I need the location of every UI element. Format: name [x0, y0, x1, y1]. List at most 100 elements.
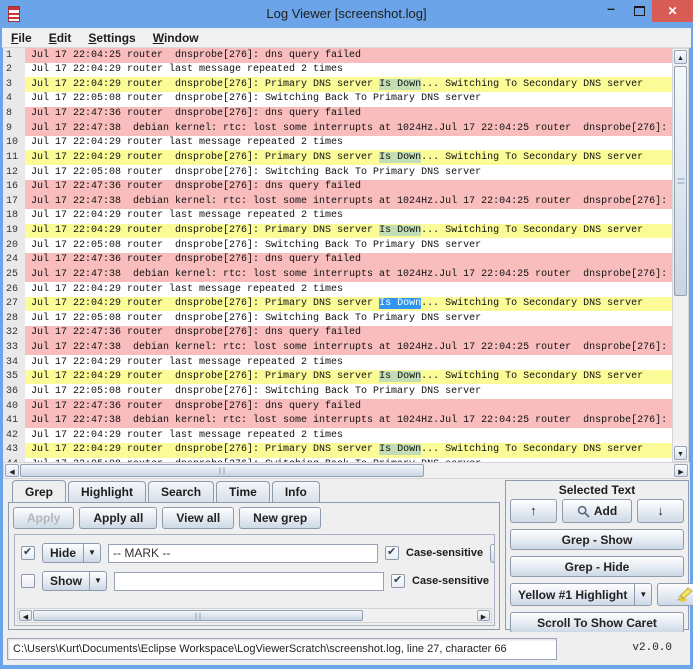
- apply-all-button[interactable]: Apply all: [79, 507, 157, 529]
- log-line[interactable]: 42 Jul 17 22:04:29 router last message re…: [3, 428, 672, 443]
- vertical-scroll-thumb[interactable]: [674, 66, 687, 296]
- minimize-button[interactable]: –: [601, 0, 621, 22]
- log-line[interactable]: 35Jul 17 22:04:29 router dnsprobe[276]: …: [3, 370, 672, 385]
- log-line[interactable]: 27Jul 17 22:04:29 router dnsprobe[276]: …: [3, 297, 672, 312]
- close-button[interactable]: ✕: [652, 0, 693, 22]
- apply-highlight-button[interactable]: [657, 583, 693, 606]
- log-lines[interactable]: 1Jul 17 22:04:25 router dnsprobe[276]: d…: [3, 48, 672, 462]
- grep-mode-dropdown[interactable]: Hide ▼: [42, 543, 101, 563]
- log-line-text: Jul 17 22:04:29 router dnsprobe[276]: Pr…: [25, 297, 672, 312]
- line-number: 42: [3, 428, 25, 443]
- log-line[interactable]: 43Jul 17 22:04:29 router dnsprobe[276]: …: [3, 443, 672, 458]
- log-text-segment: Jul 17 22:47:36 router dnsprobe[276]: dn…: [31, 181, 361, 192]
- log-text-segment: Jul 17 22:05:08 router dnsprobe[276]: Sw…: [31, 386, 481, 397]
- line-number: 43: [3, 443, 25, 458]
- log-line[interactable]: 26Jul 17 22:04:29 router last message re…: [3, 282, 672, 297]
- log-line-text: Jul 17 22:47:36 router dnsprobe[276]: dn…: [25, 253, 672, 268]
- log-text-segment: Jul 17 22:47:38 debian kernel: rtc: lost…: [31, 269, 667, 280]
- log-line[interactable]: 1Jul 17 22:04:25 router dnsprobe[276]: d…: [3, 48, 672, 63]
- log-line[interactable]: 33Jul 17 22:47:38 debian kernel: rtc: lo…: [3, 341, 672, 356]
- log-line[interactable]: 16Jul 17 22:47:36 router dnsprobe[276]: …: [3, 180, 672, 195]
- scroll-down-arrow-icon[interactable]: ▼: [674, 446, 687, 460]
- scroll-left-arrow-icon[interactable]: ◀: [5, 464, 19, 477]
- log-line[interactable]: 4Jul 17 22:05:08 router dnsprobe[276]: S…: [3, 92, 672, 107]
- view-all-button[interactable]: View all: [162, 507, 234, 529]
- scroll-right-arrow-icon[interactable]: ▶: [674, 464, 688, 477]
- scroll-right-arrow-icon[interactable]: ▶: [477, 610, 490, 621]
- find-previous-button[interactable]: ↑: [510, 499, 557, 523]
- line-number: 3: [3, 77, 25, 92]
- log-line[interactable]: 40Jul 17 22:47:36 router dnsprobe[276]: …: [3, 399, 672, 414]
- log-line-text: Jul 17 22:05:08 router dnsprobe[276]: Sw…: [25, 311, 672, 326]
- grep-pattern-input[interactable]: [114, 572, 384, 591]
- log-line[interactable]: 34Jul 17 22:04:29 router last message re…: [3, 355, 672, 370]
- case-sensitive-checkbox[interactable]: [385, 546, 399, 560]
- menu-settings[interactable]: Settings: [88, 31, 135, 45]
- log-line[interactable]: 12Jul 17 22:05:08 router dnsprobe[276]: …: [3, 165, 672, 180]
- tab-search[interactable]: Search: [148, 481, 214, 502]
- menu-file[interactable]: File: [11, 31, 32, 45]
- grep-extra-button[interactable]: | (: [490, 544, 495, 563]
- menu-window[interactable]: Window: [153, 31, 199, 45]
- log-line-text: Jul 17 22:04:29 router last message repe…: [25, 282, 672, 297]
- log-line[interactable]: 25Jul 17 22:47:38 debian kernel: rtc: lo…: [3, 267, 672, 282]
- log-line[interactable]: 32Jul 17 22:47:36 router dnsprobe[276]: …: [3, 326, 672, 341]
- grep-enabled-checkbox[interactable]: [21, 574, 35, 588]
- log-text-segment: Jul 17 22:05:08 router dnsprobe[276]: Sw…: [31, 167, 481, 178]
- log-line[interactable]: 10Jul 17 22:04:29 router last message re…: [3, 136, 672, 151]
- log-vertical-scrollbar: ▲ ▼: [672, 48, 689, 462]
- search-match-highlight: Is Down: [379, 225, 421, 236]
- log-line[interactable]: 17Jul 17 22:47:38 debian kernel: rtc: lo…: [3, 194, 672, 209]
- highlight-color-dropdown[interactable]: Yellow #1 Highlight ▼: [510, 583, 652, 606]
- add-selected-button[interactable]: Add: [562, 499, 632, 523]
- log-line[interactable]: 3 Jul 17 22:04:29 router dnsprobe[276]: P…: [3, 77, 672, 92]
- log-line-text: Jul 17 22:04:29 router last message repe…: [25, 209, 672, 224]
- log-line[interactable]: 28Jul 17 22:05:08 router dnsprobe[276]: …: [3, 311, 672, 326]
- line-number: 41: [3, 414, 25, 429]
- log-line[interactable]: 41Jul 17 22:47:38 debian kernel: rtc: lo…: [3, 414, 672, 429]
- maximize-button[interactable]: [629, 0, 649, 22]
- selected-text-panel: Selected Text ↑ Add ↓ Grep - Show Grep -…: [505, 480, 689, 630]
- scroll-left-arrow-icon[interactable]: ◀: [19, 610, 32, 621]
- grep-mode-dropdown[interactable]: Show ▼: [42, 571, 107, 591]
- tab-time[interactable]: Time: [216, 481, 270, 502]
- log-line[interactable]: 19Jul 17 22:04:29 router dnsprobe[276]: …: [3, 224, 672, 239]
- new-grep-button[interactable]: New grep: [239, 507, 321, 529]
- find-next-button[interactable]: ↓: [637, 499, 684, 523]
- log-line[interactable]: 20Jul 17 22:05:08 router dnsprobe[276]: …: [3, 238, 672, 253]
- apply-button[interactable]: Apply: [13, 507, 74, 529]
- log-text-segment: Jul 17 22:04:29 router dnsprobe[276]: Pr…: [31, 79, 379, 90]
- log-text-segment: ... Switching To Secondary DNS server: [421, 444, 643, 455]
- horizontal-scroll-thumb[interactable]: [33, 610, 363, 621]
- tab-info[interactable]: Info: [272, 481, 320, 502]
- titlebar[interactable]: Log Viewer [screenshot.log] – ✕: [0, 0, 693, 28]
- log-line[interactable]: 24Jul 17 22:47:36 router dnsprobe[276]: …: [3, 253, 672, 268]
- tab-grep[interactable]: Grep: [12, 480, 66, 502]
- log-line-text: Jul 17 22:04:29 router last message repe…: [25, 355, 672, 370]
- line-number: 27: [3, 297, 25, 312]
- search-match-highlight: Is Down: [379, 152, 421, 163]
- grep-pattern-input[interactable]: [108, 544, 378, 563]
- log-line[interactable]: 36Jul 17 22:05:08 router dnsprobe[276]: …: [3, 384, 672, 399]
- grep-show-button[interactable]: Grep - Show: [510, 529, 684, 550]
- tab-highlight[interactable]: Highlight: [68, 481, 146, 502]
- selected-text-nav-row: ↑ Add ↓: [510, 499, 684, 523]
- log-text-segment: Jul 17 22:04:29 router last message repe…: [31, 430, 343, 441]
- log-line[interactable]: 9Jul 17 22:47:38 debian kernel: rtc: los…: [3, 121, 672, 136]
- line-number: 35: [3, 370, 25, 385]
- horizontal-scroll-thumb[interactable]: [20, 464, 424, 477]
- line-number: 17: [3, 194, 25, 209]
- menu-edit[interactable]: Edit: [49, 31, 72, 45]
- log-line[interactable]: 8Jul 17 22:47:36 router dnsprobe[276]: d…: [3, 107, 672, 122]
- log-line[interactable]: 2Jul 17 22:04:29 router last message rep…: [3, 63, 672, 78]
- log-line[interactable]: 11Jul 17 22:04:29 router dnsprobe[276]: …: [3, 150, 672, 165]
- grep-hide-button[interactable]: Grep - Hide: [510, 556, 684, 577]
- log-line[interactable]: 18Jul 17 22:04:29 router last message re…: [3, 209, 672, 224]
- scroll-up-arrow-icon[interactable]: ▲: [674, 50, 687, 64]
- chevron-down-icon: ▼: [89, 572, 106, 590]
- log-text-segment: Jul 17 22:05:08 router dnsprobe[276]: Sw…: [31, 240, 481, 251]
- grep-enabled-checkbox[interactable]: [21, 546, 35, 560]
- scroll-to-caret-button[interactable]: Scroll To Show Caret: [510, 612, 684, 633]
- line-number: 9: [3, 121, 25, 136]
- case-sensitive-checkbox[interactable]: [391, 574, 405, 588]
